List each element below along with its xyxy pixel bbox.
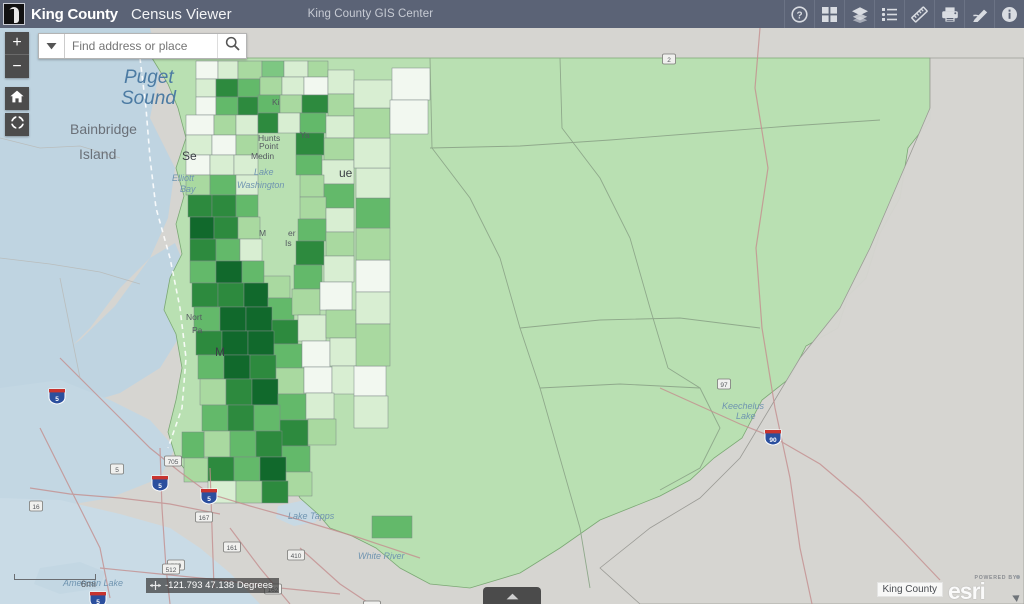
- svg-text:410: 410: [291, 553, 302, 560]
- coordinate-readout[interactable]: -121.793 47.138 Degrees: [146, 578, 279, 593]
- route-shield: 410: [287, 549, 305, 561]
- svg-text:705: 705: [168, 459, 179, 466]
- route-shield: 2: [662, 53, 676, 65]
- route-shield: 705: [164, 455, 182, 467]
- route-shield: 5: [110, 463, 124, 475]
- svg-text:?: ?: [796, 10, 802, 21]
- svg-text:2: 2: [667, 57, 671, 64]
- draw-icon[interactable]: [964, 0, 994, 28]
- map-graphic: PugetSoundBainbridgeIslandElliottBaySeKi…: [0, 28, 1024, 604]
- svg-text:5: 5: [55, 396, 59, 403]
- zoom-in-button[interactable]: +: [5, 32, 29, 55]
- svg-text:512: 512: [166, 567, 177, 574]
- census-viewer-app: King County Census Viewer King County GI…: [0, 0, 1024, 604]
- header-toolbar: ?: [784, 0, 1024, 28]
- king-county-logo: [3, 3, 25, 25]
- attribution-text: King County: [876, 582, 943, 597]
- route-shield: 90: [764, 429, 782, 446]
- zoom-out-button[interactable]: −: [5, 55, 29, 78]
- search-source-dropdown[interactable]: [39, 34, 65, 58]
- svg-text:5: 5: [96, 599, 100, 604]
- locate-icon: [9, 114, 25, 135]
- scale-bar: 6mi: [14, 574, 96, 590]
- help-icon[interactable]: ?: [784, 0, 814, 28]
- route-shield: 5: [48, 388, 66, 405]
- zoom-controls: + −: [5, 32, 29, 78]
- search-submit-button[interactable]: [217, 34, 246, 58]
- locate-button[interactable]: [5, 113, 29, 136]
- esri-globe-dot: [1016, 575, 1020, 579]
- svg-text:5: 5: [115, 467, 119, 474]
- svg-text:5: 5: [207, 496, 211, 503]
- esri-wordmark: esri: [948, 578, 986, 604]
- svg-text:161: 161: [227, 545, 238, 552]
- svg-text:90: 90: [769, 437, 777, 444]
- legend-icon[interactable]: [874, 0, 904, 28]
- route-shield: 161: [223, 541, 241, 553]
- svg-text:97: 97: [720, 382, 728, 389]
- home-button[interactable]: [5, 87, 29, 110]
- scale-bar-label: 6mi: [80, 579, 96, 590]
- route-shield: 512: [162, 563, 180, 575]
- print-icon[interactable]: [934, 0, 964, 28]
- route-shield: 5: [151, 475, 169, 492]
- page-title: Census Viewer: [130, 5, 232, 23]
- app-header: King County Census Viewer King County GI…: [0, 0, 1024, 28]
- info-icon[interactable]: [994, 0, 1024, 28]
- route-shield: 16: [29, 500, 43, 512]
- coordinate-text: -121.793 47.138 Degrees: [165, 580, 273, 591]
- chevron-up-icon: [506, 587, 519, 604]
- svg-text:167: 167: [199, 515, 210, 522]
- route-shield: 97: [717, 378, 731, 390]
- route-shield: 5: [89, 591, 107, 604]
- crosshair-icon: [150, 581, 161, 590]
- layers-icon[interactable]: [844, 0, 874, 28]
- org-subtitle: King County GIS Center: [307, 8, 434, 20]
- basemap-gallery-icon[interactable]: [814, 0, 844, 28]
- chevron-down-icon: [46, 37, 57, 55]
- svg-text:16: 16: [32, 504, 40, 511]
- map-canvas[interactable]: Puget Sound Bainbridge Island Elliott Bay Se Ki…: [0, 28, 1024, 604]
- svg-text:5: 5: [158, 483, 162, 490]
- brand-title: King County: [31, 5, 118, 23]
- search-icon: [225, 36, 240, 56]
- route-shield: 5: [200, 488, 218, 505]
- search-widget: [38, 33, 247, 59]
- map-attribution: King County POWERED BY esri: [876, 575, 1022, 604]
- measure-icon[interactable]: [904, 0, 934, 28]
- attribute-table-toggle[interactable]: [483, 587, 541, 604]
- route-shield: 167: [195, 511, 213, 523]
- esri-logo[interactable]: POWERED BY esri: [948, 575, 1022, 604]
- search-input[interactable]: [65, 34, 217, 58]
- home-icon: [10, 90, 24, 108]
